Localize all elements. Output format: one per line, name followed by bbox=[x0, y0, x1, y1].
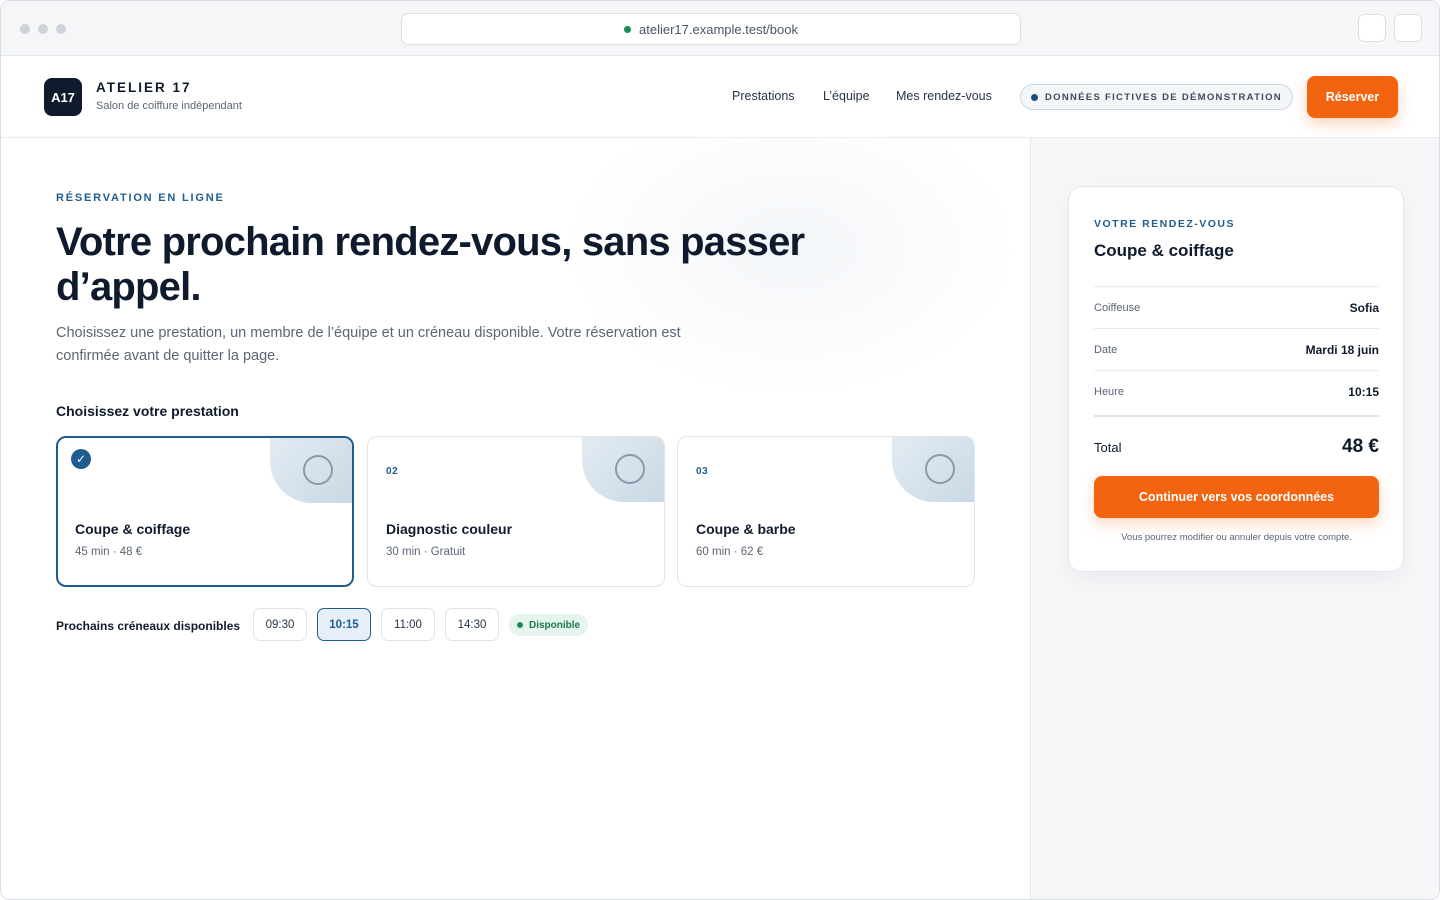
summary-row-date: Date Mardi 18 juin bbox=[1094, 328, 1379, 370]
service-card-diagnostic-couleur[interactable]: 02 Diagnostic couleur 30 min · Gratuit bbox=[367, 436, 665, 587]
brand-tagline: Salon de coiffure indépendant bbox=[96, 100, 242, 112]
nav-link-mes-rendez-vous[interactable]: Mes rendez-vous bbox=[896, 89, 992, 103]
availability-badge: Disponible bbox=[509, 614, 589, 636]
availability-label: Disponible bbox=[529, 619, 581, 631]
summary-row-time: Heure 10:15 bbox=[1094, 370, 1379, 412]
demo-data-badge: DONNÉES FICTIVES DE DÉMONSTRATION bbox=[1020, 84, 1293, 110]
hero-headline: Votre prochain rendez-vous, sans passer … bbox=[56, 220, 805, 309]
appointment-summary-card: VOTRE RENDEZ-VOUS Coupe & coiffage Coiff… bbox=[1068, 186, 1404, 572]
summary-title: Coupe & coiffage bbox=[1094, 241, 1234, 260]
summary-key: Coiffeuse bbox=[1094, 301, 1141, 314]
total-label: Total bbox=[1094, 439, 1122, 455]
service-name: Coupe & coiffage bbox=[75, 521, 191, 537]
service-card-coupe-barbe[interactable]: 03 Coupe & barbe 60 min · 62 € bbox=[677, 436, 975, 587]
radio-ring-icon bbox=[925, 454, 955, 484]
window-controls bbox=[20, 24, 66, 34]
browser-chrome: atelier17.example.test/book bbox=[1, 1, 1439, 56]
summary-total: Total 48 € bbox=[1094, 415, 1379, 477]
summary-value: 10:15 bbox=[1348, 384, 1379, 399]
site-header: A17 ATELIER 17 Salon de coiffure indépen… bbox=[1, 56, 1439, 138]
summary-value: Mardi 18 juin bbox=[1305, 342, 1379, 357]
booking-main: RÉSERVATION EN LIGNE Votre prochain rend… bbox=[1, 138, 1030, 899]
address-bar[interactable]: atelier17.example.test/book bbox=[401, 13, 1021, 45]
summary-value: Sofia bbox=[1349, 300, 1379, 315]
secure-status-icon bbox=[624, 25, 631, 33]
slots-label: Prochains créneaux disponibles bbox=[56, 619, 241, 633]
status-dot-icon bbox=[517, 622, 523, 628]
time-slot[interactable]: 09:30 bbox=[253, 608, 307, 641]
service-meta: 45 min · 48 € bbox=[75, 546, 143, 558]
services-title: Choisissez votre prestation bbox=[56, 403, 239, 419]
minimize-window-dot[interactable] bbox=[38, 24, 48, 34]
nav-link-equipe[interactable]: L’équipe bbox=[823, 89, 870, 103]
summary-key: Heure bbox=[1094, 385, 1124, 398]
radio-ring-icon bbox=[615, 454, 645, 484]
service-name: Coupe & barbe bbox=[696, 521, 796, 537]
summary-eyebrow: VOTRE RENDEZ-VOUS bbox=[1094, 218, 1236, 230]
hero-lead: Choisissez une prestation, un membre de … bbox=[56, 325, 681, 364]
hero-eyebrow: RÉSERVATION EN LIGNE bbox=[56, 192, 225, 204]
brand-name: ATELIER 17 bbox=[96, 80, 192, 95]
service-name: Diagnostic couleur bbox=[386, 521, 513, 537]
browser-action-button[interactable] bbox=[1358, 14, 1386, 42]
summary-sidebar: VOTRE RENDEZ-VOUS Coupe & coiffage Coiff… bbox=[1030, 138, 1439, 899]
summary-key: Date bbox=[1094, 343, 1118, 356]
selected-check-icon: ✓ bbox=[71, 449, 91, 469]
close-window-dot[interactable] bbox=[20, 24, 30, 34]
brand-logo[interactable]: A17 bbox=[44, 78, 82, 116]
demo-badge-label: DONNÉES FICTIVES DE DÉMONSTRATION bbox=[1045, 91, 1282, 103]
summary-row-stylist: Coiffeuse Sofia bbox=[1094, 286, 1379, 328]
service-number: 03 bbox=[696, 466, 709, 477]
browser-window: atelier17.example.test/book A17 ATELIER … bbox=[0, 0, 1440, 900]
browser-menu-button[interactable] bbox=[1394, 14, 1422, 42]
radio-ring-icon bbox=[303, 455, 333, 485]
maximize-window-dot[interactable] bbox=[56, 24, 66, 34]
continue-button[interactable]: Continuer vers vos coordonnées bbox=[1094, 476, 1379, 518]
service-card-coupe-coiffage[interactable]: ✓ Coupe & coiffage 45 min · 48 € bbox=[56, 436, 354, 587]
url-text: atelier17.example.test/book bbox=[639, 21, 798, 37]
service-meta: 30 min · Gratuit bbox=[386, 546, 466, 558]
badge-dot-icon bbox=[1031, 94, 1038, 101]
nav-link-prestations[interactable]: Prestations bbox=[732, 89, 795, 103]
total-value: 48 € bbox=[1342, 436, 1379, 457]
summary-note: Vous pourrez modifier ou annuler depuis … bbox=[1121, 532, 1352, 543]
service-number: 02 bbox=[386, 466, 399, 477]
time-slot[interactable]: 14:30 bbox=[445, 608, 499, 641]
time-slot[interactable]: 11:00 bbox=[381, 608, 435, 641]
time-slot-selected[interactable]: 10:15 bbox=[317, 608, 371, 641]
service-meta: 60 min · 62 € bbox=[696, 546, 764, 558]
reserve-button[interactable]: Réserver bbox=[1307, 76, 1398, 118]
